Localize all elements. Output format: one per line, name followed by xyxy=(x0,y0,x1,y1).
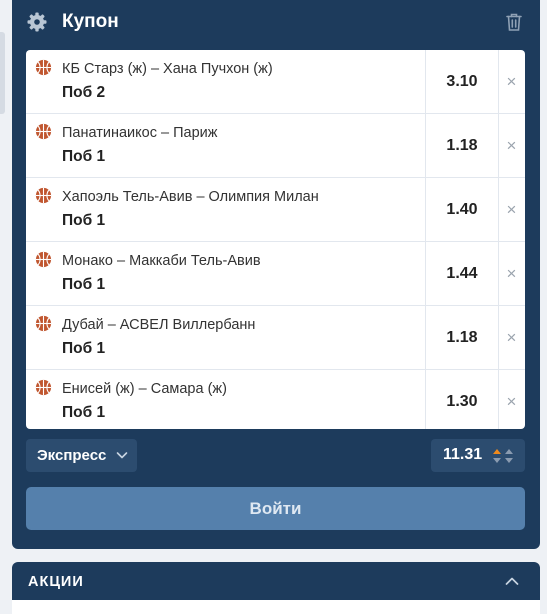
bet-outcome: Поб 1 xyxy=(62,212,106,229)
bet-odd: 1.44 xyxy=(446,264,478,282)
odds-change-icon xyxy=(493,449,513,463)
bet-row: Монако – Маккаби Тель-Авив Поб 1 1.44 × xyxy=(26,242,525,306)
basketball-icon xyxy=(35,187,52,204)
bet-odd: 3.10 xyxy=(446,72,478,90)
side-scroll-indicator xyxy=(0,32,5,114)
bet-row: КБ Старз (ж) – Хана Пучхон (ж) Поб 2 3.10 × xyxy=(26,50,525,114)
bet-row: Хапоэль Тель-Авив – Олимпия Милан Поб 1 1.… xyxy=(26,178,525,242)
bet-match: Хапоэль Тель-Авив – Олимпия Милан xyxy=(62,189,319,205)
bet-outcome: Поб 1 xyxy=(62,276,106,293)
bet-odd: 1.40 xyxy=(446,200,478,218)
basketball-icon xyxy=(35,315,52,332)
bet-odd-cell: 1.44 xyxy=(425,242,499,305)
bet-row: Панатинаикос – Париж Поб 1 1.18 × xyxy=(26,114,525,178)
close-icon: × xyxy=(506,71,517,91)
close-icon: × xyxy=(506,391,517,411)
total-odds-value: 11.31 xyxy=(443,446,483,463)
bet-odd: 1.18 xyxy=(446,328,478,346)
gear-icon[interactable] xyxy=(27,12,47,32)
bet-match: КБ Старз (ж) – Хана Пучхон (ж) xyxy=(62,61,273,77)
total-odds: 11.31 xyxy=(431,439,525,472)
remove-bet-button[interactable]: × xyxy=(498,114,525,177)
bet-outcome: Поб 1 xyxy=(62,148,106,165)
bet-odd-cell: 1.18 xyxy=(425,306,499,369)
chevron-up-icon[interactable] xyxy=(505,576,519,586)
coupon-header: Купон xyxy=(12,0,540,46)
bet-row: Дубай – АСВЕЛ Виллербанн Поб 1 1.18 × xyxy=(26,306,525,370)
remove-bet-button[interactable]: × xyxy=(498,306,525,369)
close-icon: × xyxy=(506,199,517,219)
remove-bet-button[interactable]: × xyxy=(498,178,525,241)
bet-odd-cell: 1.18 xyxy=(425,114,499,177)
remove-bet-button[interactable]: × xyxy=(498,242,525,305)
bet-row: Енисей (ж) – Самара (ж) Поб 1 1.30 × xyxy=(26,370,525,429)
bet-outcome: Поб 1 xyxy=(62,340,106,357)
bet-list: КБ Старз (ж) – Хана Пучхон (ж) Поб 2 3.10 ×… xyxy=(26,50,525,429)
remove-bet-button[interactable]: × xyxy=(498,50,525,113)
basketball-icon xyxy=(35,251,52,268)
bet-odd: 1.30 xyxy=(446,392,478,410)
basketball-icon xyxy=(35,379,52,396)
bet-odd-cell: 3.10 xyxy=(425,50,499,113)
bet-type-dropdown[interactable]: Экспресс xyxy=(26,439,137,472)
bet-type-label: Экспресс xyxy=(37,447,107,464)
basketball-icon xyxy=(35,123,52,140)
close-icon: × xyxy=(506,135,517,155)
promotions-body xyxy=(12,600,540,614)
close-icon: × xyxy=(506,263,517,283)
coupon-title: Купон xyxy=(62,11,119,32)
chevron-down-icon xyxy=(116,452,128,459)
coupon-panel: Купон КБ Старз (ж) – Хана Пучхон (ж) Поб … xyxy=(12,0,540,549)
bet-match: Енисей (ж) – Самара (ж) xyxy=(62,381,227,397)
bet-odd: 1.18 xyxy=(446,136,478,154)
bet-match: Монако – Маккаби Тель-Авив xyxy=(62,253,261,269)
login-button[interactable]: Войти xyxy=(26,487,525,530)
promotions-section: АКЦИИ xyxy=(12,562,540,614)
basketball-icon xyxy=(35,59,52,76)
bet-odd-cell: 1.40 xyxy=(425,178,499,241)
remove-bet-button[interactable]: × xyxy=(498,370,525,429)
trash-icon[interactable] xyxy=(505,12,523,32)
bet-outcome: Поб 1 xyxy=(62,404,106,421)
bet-outcome: Поб 2 xyxy=(62,84,106,101)
bet-match: Дубай – АСВЕЛ Виллербанн xyxy=(62,317,256,333)
bet-match: Панатинаикос – Париж xyxy=(62,125,218,141)
close-icon: × xyxy=(506,327,517,347)
bet-odd-cell: 1.30 xyxy=(425,370,499,429)
promotions-title: АКЦИИ xyxy=(28,574,84,590)
